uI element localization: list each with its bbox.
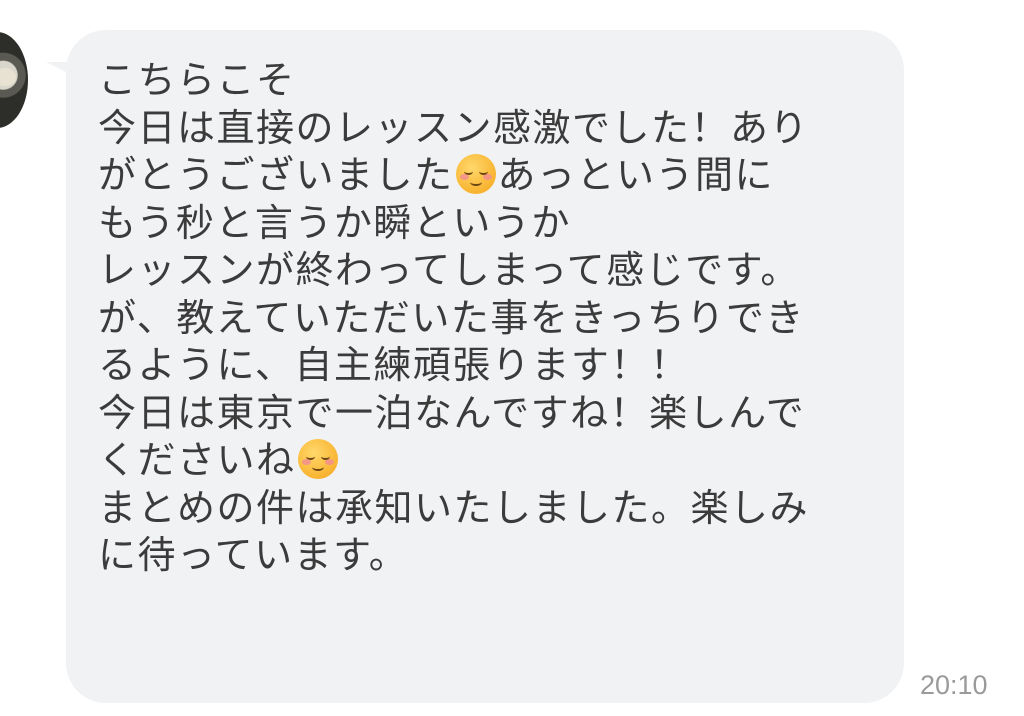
- message-line: レッスンが終わってしまって感じです。: [98, 247, 904, 295]
- message-line: もう秒と言うか瞬というか: [98, 200, 904, 248]
- avatar-face: [0, 68, 16, 86]
- emoji-blush-left: [301, 459, 311, 465]
- message-line: 今日は東京で一泊なんですね！楽しんで: [98, 390, 904, 438]
- smiling-face-icon: [455, 154, 496, 194]
- message-line: まとめの件は承知いたしました。楽しみ: [98, 485, 904, 533]
- message-line-text: に待っています。: [98, 533, 409, 577]
- message-line-text: 今日は東京で一泊なんですね！楽しんで: [98, 390, 806, 435]
- emoji-mouth: [469, 178, 482, 186]
- message-line-text: こちらこそ: [98, 58, 296, 102]
- message-line-text: るように、自主練頑張ります！！: [98, 343, 690, 387]
- emoji-blush-left: [459, 174, 469, 180]
- smiling-face-icon: [297, 439, 338, 479]
- message-line-text: もう秒と言うか瞬というか: [98, 200, 571, 245]
- message-line: くださいね: [98, 437, 904, 485]
- message-line: こちらこそ: [98, 57, 904, 105]
- emoji-mouth: [311, 463, 324, 471]
- message-line-text: 今日は直接のレッスン感激でした！あり: [98, 105, 810, 150]
- chat-screen: こちらこそ 今日は直接のレッスン感激でした！あり がとうございました あっという間…: [0, 0, 1024, 716]
- message-line: 今日は直接のレッスン感激でした！あり: [98, 105, 904, 153]
- message-bubble[interactable]: こちらこそ 今日は直接のレッスン感激でした！あり がとうございました あっという間…: [66, 30, 904, 703]
- message-text: こちらこそ 今日は直接のレッスン感激でした！あり がとうございました あっという間…: [98, 57, 904, 580]
- avatar[interactable]: [0, 32, 28, 128]
- message-line: るように、自主練頑張ります！！: [98, 342, 904, 390]
- emoji-blush-right: [324, 459, 334, 465]
- message-line-text: くださいね: [98, 438, 296, 482]
- message-timestamp: 20:10: [920, 670, 988, 700]
- message-line: が、教えていただいた事をきっちりでき: [98, 295, 904, 343]
- message-line-text: レッスンが終わってしまって感じです。: [98, 248, 800, 292]
- message-line-text: まとめの件は承知いたしました。楽しみ: [98, 485, 810, 530]
- message-line-text: あっという間に: [497, 153, 775, 197]
- message-line-text: がとうございました: [98, 153, 454, 197]
- message-line: に待っています。: [98, 532, 904, 580]
- emoji-blush-right: [482, 174, 492, 180]
- message-line: がとうございました あっという間に: [98, 152, 904, 200]
- message-line-text: が、教えていただいた事をきっちりでき: [98, 295, 805, 340]
